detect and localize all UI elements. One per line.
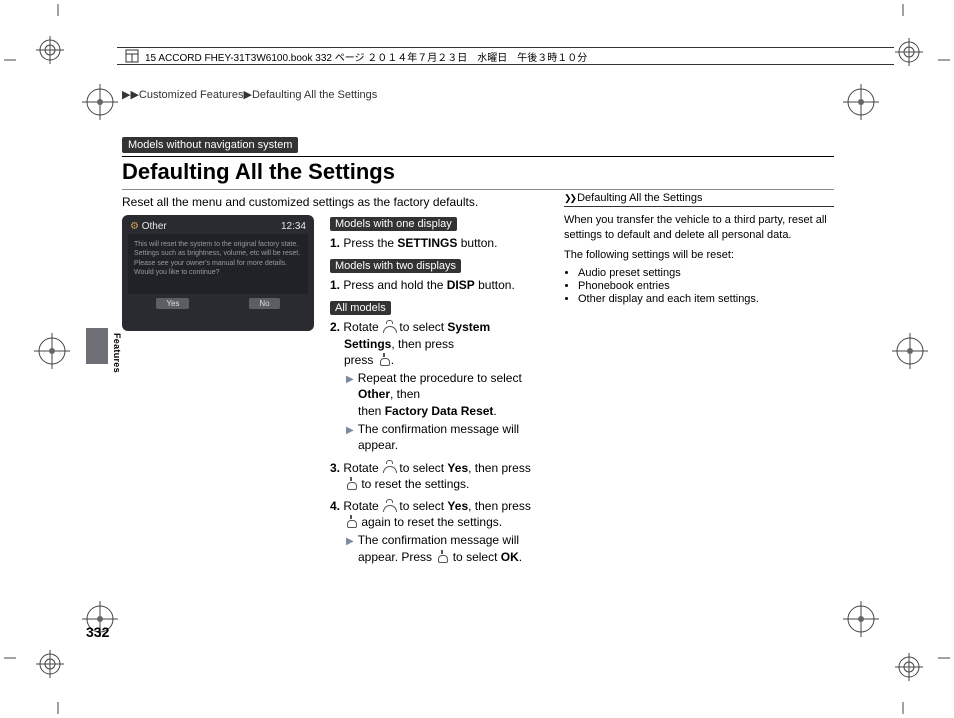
rotate-knob-icon — [383, 463, 395, 473]
press-button-icon — [436, 553, 448, 563]
step-1a: 1. Press the SETTINGS button. — [330, 235, 542, 251]
step-4-sub: The confirmation message will appear. Pr… — [344, 532, 542, 565]
screenshot-message: This will reset the system to the origin… — [128, 234, 308, 294]
step-2: 2. Rotate to select System Settings, the… — [330, 319, 542, 453]
page-number: 332 — [86, 624, 109, 640]
intro-text: Reset all the menu and customized settin… — [122, 195, 542, 209]
press-button-icon — [345, 518, 357, 528]
step-1b: 1. Press and hold the DISP button. — [330, 277, 542, 293]
tag-one-display: Models with one display — [330, 217, 457, 231]
breadcrumb-part2: Defaulting All the Settings — [252, 89, 377, 101]
page-title: Defaulting All the Settings — [122, 159, 834, 185]
screenshot-no-button: No — [249, 298, 279, 309]
press-button-icon — [378, 356, 390, 366]
screenshot-tab: Other — [142, 221, 167, 232]
breadcrumb-arrow-icon: ▶ — [243, 89, 251, 101]
press-button-icon — [345, 480, 357, 490]
right-info-header: ❯❯Defaulting All the Settings — [564, 192, 834, 207]
list-item: Audio preset settings — [578, 267, 834, 279]
title-rule-top — [122, 156, 834, 157]
title-rule-bottom — [122, 189, 834, 190]
right-info-column: ❯❯Defaulting All the Settings When you t… — [564, 192, 834, 306]
screenshot-clock: 12:34 — [281, 221, 306, 232]
tag-all-models: All models — [330, 301, 391, 315]
page-frame: ▶▶Customized Features▶Defaulting All the… — [86, 40, 866, 675]
screenshot-yes-button: Yes — [156, 298, 189, 309]
rotate-knob-icon — [383, 502, 395, 512]
step-4: 4. Rotate to select Yes, then press agai… — [330, 498, 542, 565]
breadcrumb-part1: Customized Features — [139, 89, 244, 101]
double-chevron-icon: ❯❯ — [564, 193, 575, 203]
tag-two-displays: Models with two displays — [330, 259, 461, 273]
device-screenshot: ⚙ Other 12:34 This will reset the system… — [122, 215, 314, 331]
steps-column: Models with one display 1. Press the SET… — [330, 215, 542, 571]
breadcrumb-arrow-icon: ▶▶ — [122, 89, 139, 101]
section-tag: Models without navigation system — [122, 137, 298, 153]
right-reset-list: Audio preset settings Phonebook entries … — [564, 267, 834, 305]
step-3: 3. Rotate to select Yes, then press to r… — [330, 460, 542, 492]
list-item: Other display and each item settings. — [578, 293, 834, 305]
step-2-sub1: Repeat the procedure to select Other, th… — [344, 370, 542, 419]
step-2-sub2: The confirmation message will appear. — [344, 421, 542, 454]
right-paragraph-1: When you transfer the vehicle to a third… — [564, 213, 834, 244]
breadcrumb: ▶▶Customized Features▶Defaulting All the… — [122, 88, 834, 101]
right-paragraph-2: The following settings will be reset: — [564, 248, 834, 263]
rotate-knob-icon — [383, 323, 395, 333]
list-item: Phonebook entries — [578, 280, 834, 292]
